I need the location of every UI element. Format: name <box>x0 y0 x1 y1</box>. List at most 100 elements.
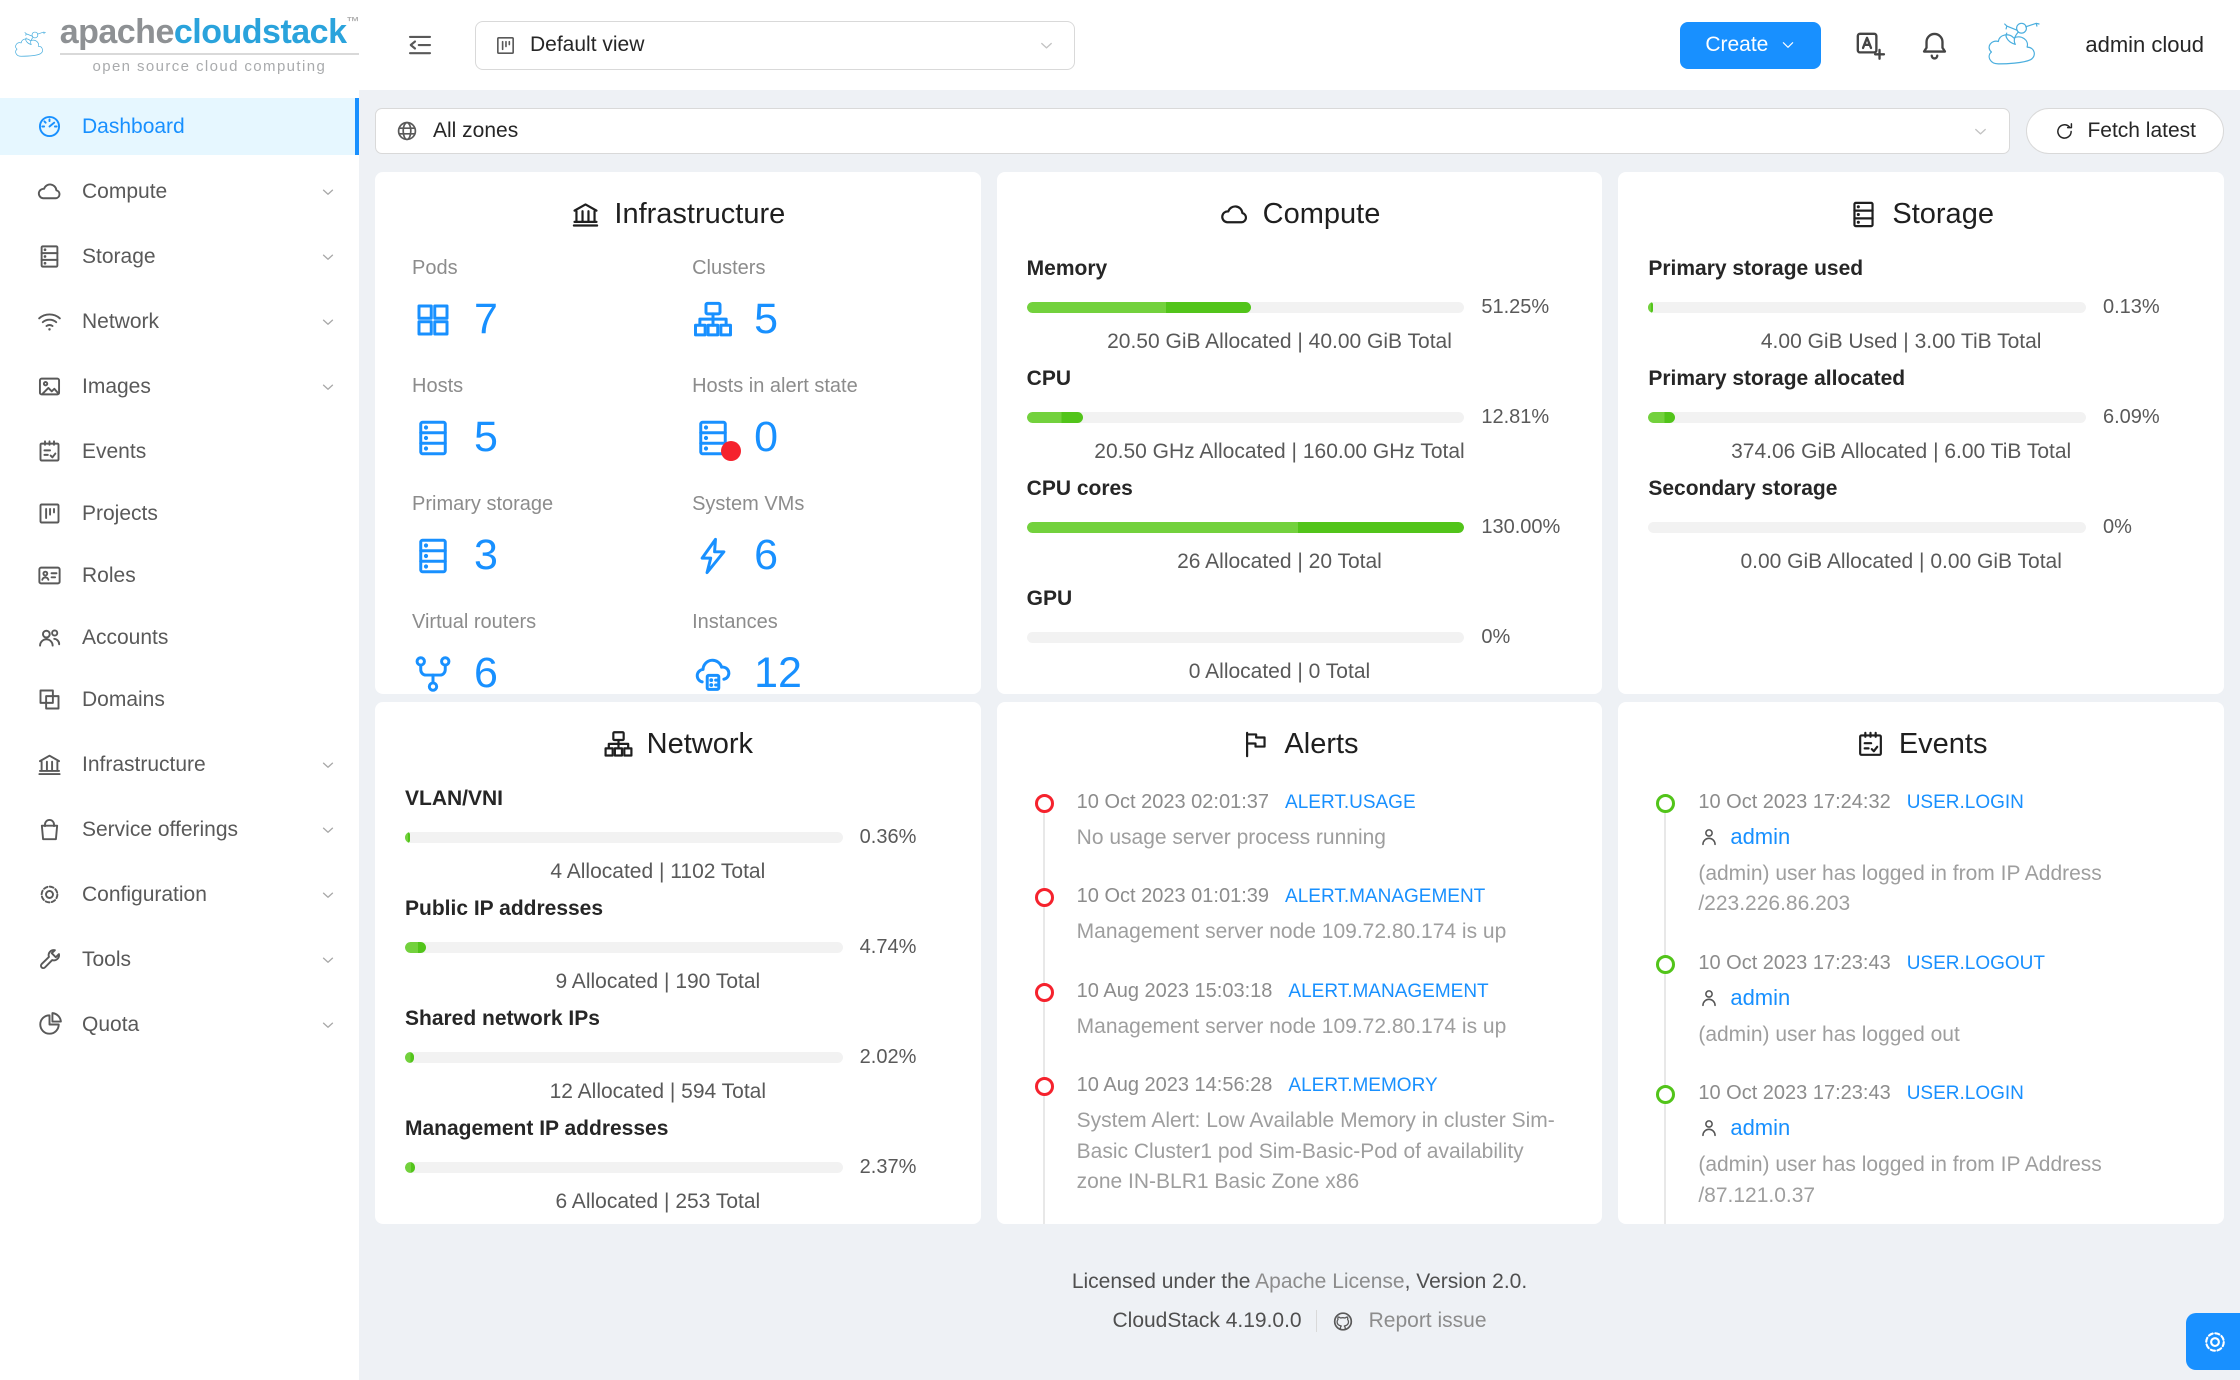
event-item: 10 Oct 2023 17:23:43 USER.LOGIN admin (ad… <box>1656 1082 2194 1211</box>
events-timeline: 10 Oct 2023 17:24:32 USER.LOGIN admin (ad… <box>1656 787 2194 1224</box>
tool-icon <box>40 949 60 969</box>
progress-track <box>405 1162 843 1173</box>
event-user-link[interactable]: admin <box>1730 824 1790 850</box>
stat-primary-storage[interactable]: Primary storage 3 <box>412 493 692 580</box>
sidebar-item-network[interactable]: Network <box>0 293 359 350</box>
view-select[interactable]: Default view <box>475 20 1075 70</box>
stat-virtual-routers[interactable]: Virtual routers 6 <box>412 611 692 694</box>
translate-icon[interactable] <box>1853 29 1886 62</box>
chevron-down-icon <box>1041 42 1052 49</box>
cloudstack-logo[interactable]: apachecloudstack™ open source cloud comp… <box>0 0 359 90</box>
event-type-link[interactable]: USER.LOGOUT <box>1907 953 2045 975</box>
progress-track <box>1026 522 1465 533</box>
user-icon <box>1702 829 1717 846</box>
divider <box>1315 1310 1317 1332</box>
stat-system-vms[interactable]: System VMs 6 <box>692 493 951 580</box>
progress-track <box>405 1052 843 1063</box>
stat-instances[interactable]: Instances 12 <box>692 611 951 694</box>
chevron-down-icon <box>322 383 334 390</box>
sidebar-item-storage[interactable]: Storage <box>0 228 359 285</box>
create-button[interactable]: Create <box>1680 21 1822 69</box>
fork-icon <box>415 655 451 692</box>
report-issue-link[interactable]: Report issue <box>1369 1309 1487 1333</box>
event-type-link[interactable]: USER.LOGIN <box>1907 792 2024 814</box>
menu-fold-icon[interactable] <box>405 30 435 60</box>
flag-icon <box>1246 731 1267 758</box>
pie-chart-icon <box>39 1012 62 1035</box>
alert-item: 10 Oct 2023 01:01:39 ALERT.MANAGEMENT Man… <box>1034 885 1573 947</box>
schedule-icon <box>39 440 60 462</box>
sidebar-item-dashboard[interactable]: Dashboard <box>0 98 359 155</box>
reload-icon <box>2057 122 2073 139</box>
progress-track <box>1026 632 1465 643</box>
sidebar-item-infrastructure[interactable]: Infrastructure <box>0 736 359 793</box>
progress-track <box>405 832 843 843</box>
sidebar-item-label: Configuration <box>82 882 207 906</box>
alert-type-link[interactable]: ALERT.MANAGEMENT <box>1285 886 1485 908</box>
event-dot-green <box>1656 954 1676 974</box>
alert-dot-red <box>1034 794 1054 813</box>
fetch-latest-button[interactable]: Fetch latest <box>2026 108 2224 154</box>
sidebar-item-images[interactable]: Images <box>0 358 359 415</box>
progress-track <box>1648 522 2086 533</box>
event-item: 10 Oct 2023 17:23:43 USER.LOGOUT admin (a… <box>1656 952 2194 1050</box>
sidebar-item-domains[interactable]: Domains <box>0 671 359 728</box>
cluster-icon <box>694 301 733 336</box>
team-icon <box>39 629 61 647</box>
chevron-down-icon <box>322 318 334 325</box>
alert-type-link[interactable]: ALERT.MANAGEMENT <box>1288 981 1488 1003</box>
alert-dot-red <box>1034 982 1054 1002</box>
sidebar-item-service-offerings[interactable]: Service offerings <box>0 801 359 858</box>
sidebar-item-label: Domains <box>82 687 165 711</box>
cloud-server-icon <box>695 658 731 691</box>
infrastructure-stats: Pods 7 Clusters 5 Hosts 5 Hosts in alert… <box>405 257 951 694</box>
stat-clusters[interactable]: Clusters 5 <box>692 257 951 344</box>
cloud-icon <box>37 183 61 200</box>
progress-track <box>405 942 843 953</box>
alert-type-link[interactable]: ALERT.USAGE <box>1285 792 1416 814</box>
alert-item: 10 Aug 2023 14:56:28 ALERT.MEMORY System … <box>1034 1074 1573 1197</box>
database-icon <box>419 420 447 455</box>
event-type-link[interactable]: USER.LOGIN <box>1907 1083 2024 1105</box>
sidebar-item-label: Dashboard <box>82 114 185 138</box>
alerts-card-title: Alerts <box>1027 728 1573 761</box>
logo-text: apachecloudstack™ open source cloud comp… <box>59 12 359 76</box>
event-item: 10 Oct 2023 17:24:32 USER.LOGIN admin (ad… <box>1656 791 2194 920</box>
sidebar-item-projects[interactable]: Projects <box>0 485 359 542</box>
theme-settings-button[interactable] <box>2186 1313 2240 1370</box>
zone-select[interactable]: All zones <box>375 108 2011 154</box>
bell-icon[interactable] <box>1918 29 1951 62</box>
alert-type-link[interactable]: ALERT.MEMORY <box>1288 1075 1437 1097</box>
sidebar-item-label: Storage <box>82 244 156 268</box>
monkey-cloud-logo-icon <box>15 31 46 57</box>
sidebar: apachecloudstack™ open source cloud comp… <box>0 0 359 1380</box>
cards-row-2: Network VLAN/VNI 0.36% 4 Allocated | 110… <box>375 702 2224 1224</box>
storage-card-title: Storage <box>1648 198 2194 231</box>
top-header: Default view Create admin cloud <box>359 0 2240 90</box>
progress-primary-allocated: Primary storage allocated 6.09% 374.06 G… <box>1648 367 2160 463</box>
shopping-icon <box>40 818 59 841</box>
sidebar-item-accounts[interactable]: Accounts <box>0 609 359 666</box>
event-user-link[interactable]: admin <box>1730 985 1790 1011</box>
event-user-link[interactable]: admin <box>1730 1115 1790 1141</box>
apache-license-link[interactable]: Apache License <box>1255 1270 1404 1293</box>
sidebar-item-tools[interactable]: Tools <box>0 931 359 988</box>
stat-hosts[interactable]: Hosts 5 <box>412 375 692 462</box>
appstore-icon <box>417 304 449 335</box>
sidebar-item-quota[interactable]: Quota <box>0 996 359 1053</box>
chevron-down-icon <box>322 956 334 963</box>
progress-management-ip: Management IP addresses 2.37% 6 Allocate… <box>405 1117 917 1213</box>
event-dot-green <box>1656 1085 1676 1105</box>
user-avatar-monkey-icon[interactable] <box>1983 19 2053 71</box>
stat-pods[interactable]: Pods 7 <box>412 257 692 344</box>
sidebar-item-configuration[interactable]: Configuration <box>0 866 359 923</box>
sidebar-item-events[interactable]: Events <box>0 423 359 480</box>
zone-select-value: All zones <box>433 119 519 142</box>
sidebar-item-compute[interactable]: Compute <box>0 163 359 220</box>
progress-secondary-storage: Secondary storage 0% 0.00 GiB Allocated … <box>1648 477 2132 573</box>
chevron-down-icon <box>322 761 334 768</box>
username[interactable]: admin cloud <box>2085 32 2204 58</box>
sidebar-item-label: Projects <box>82 501 158 525</box>
stat-hosts-alert[interactable]: Hosts in alert state 0 <box>692 375 951 462</box>
sidebar-item-roles[interactable]: Roles <box>0 547 359 604</box>
